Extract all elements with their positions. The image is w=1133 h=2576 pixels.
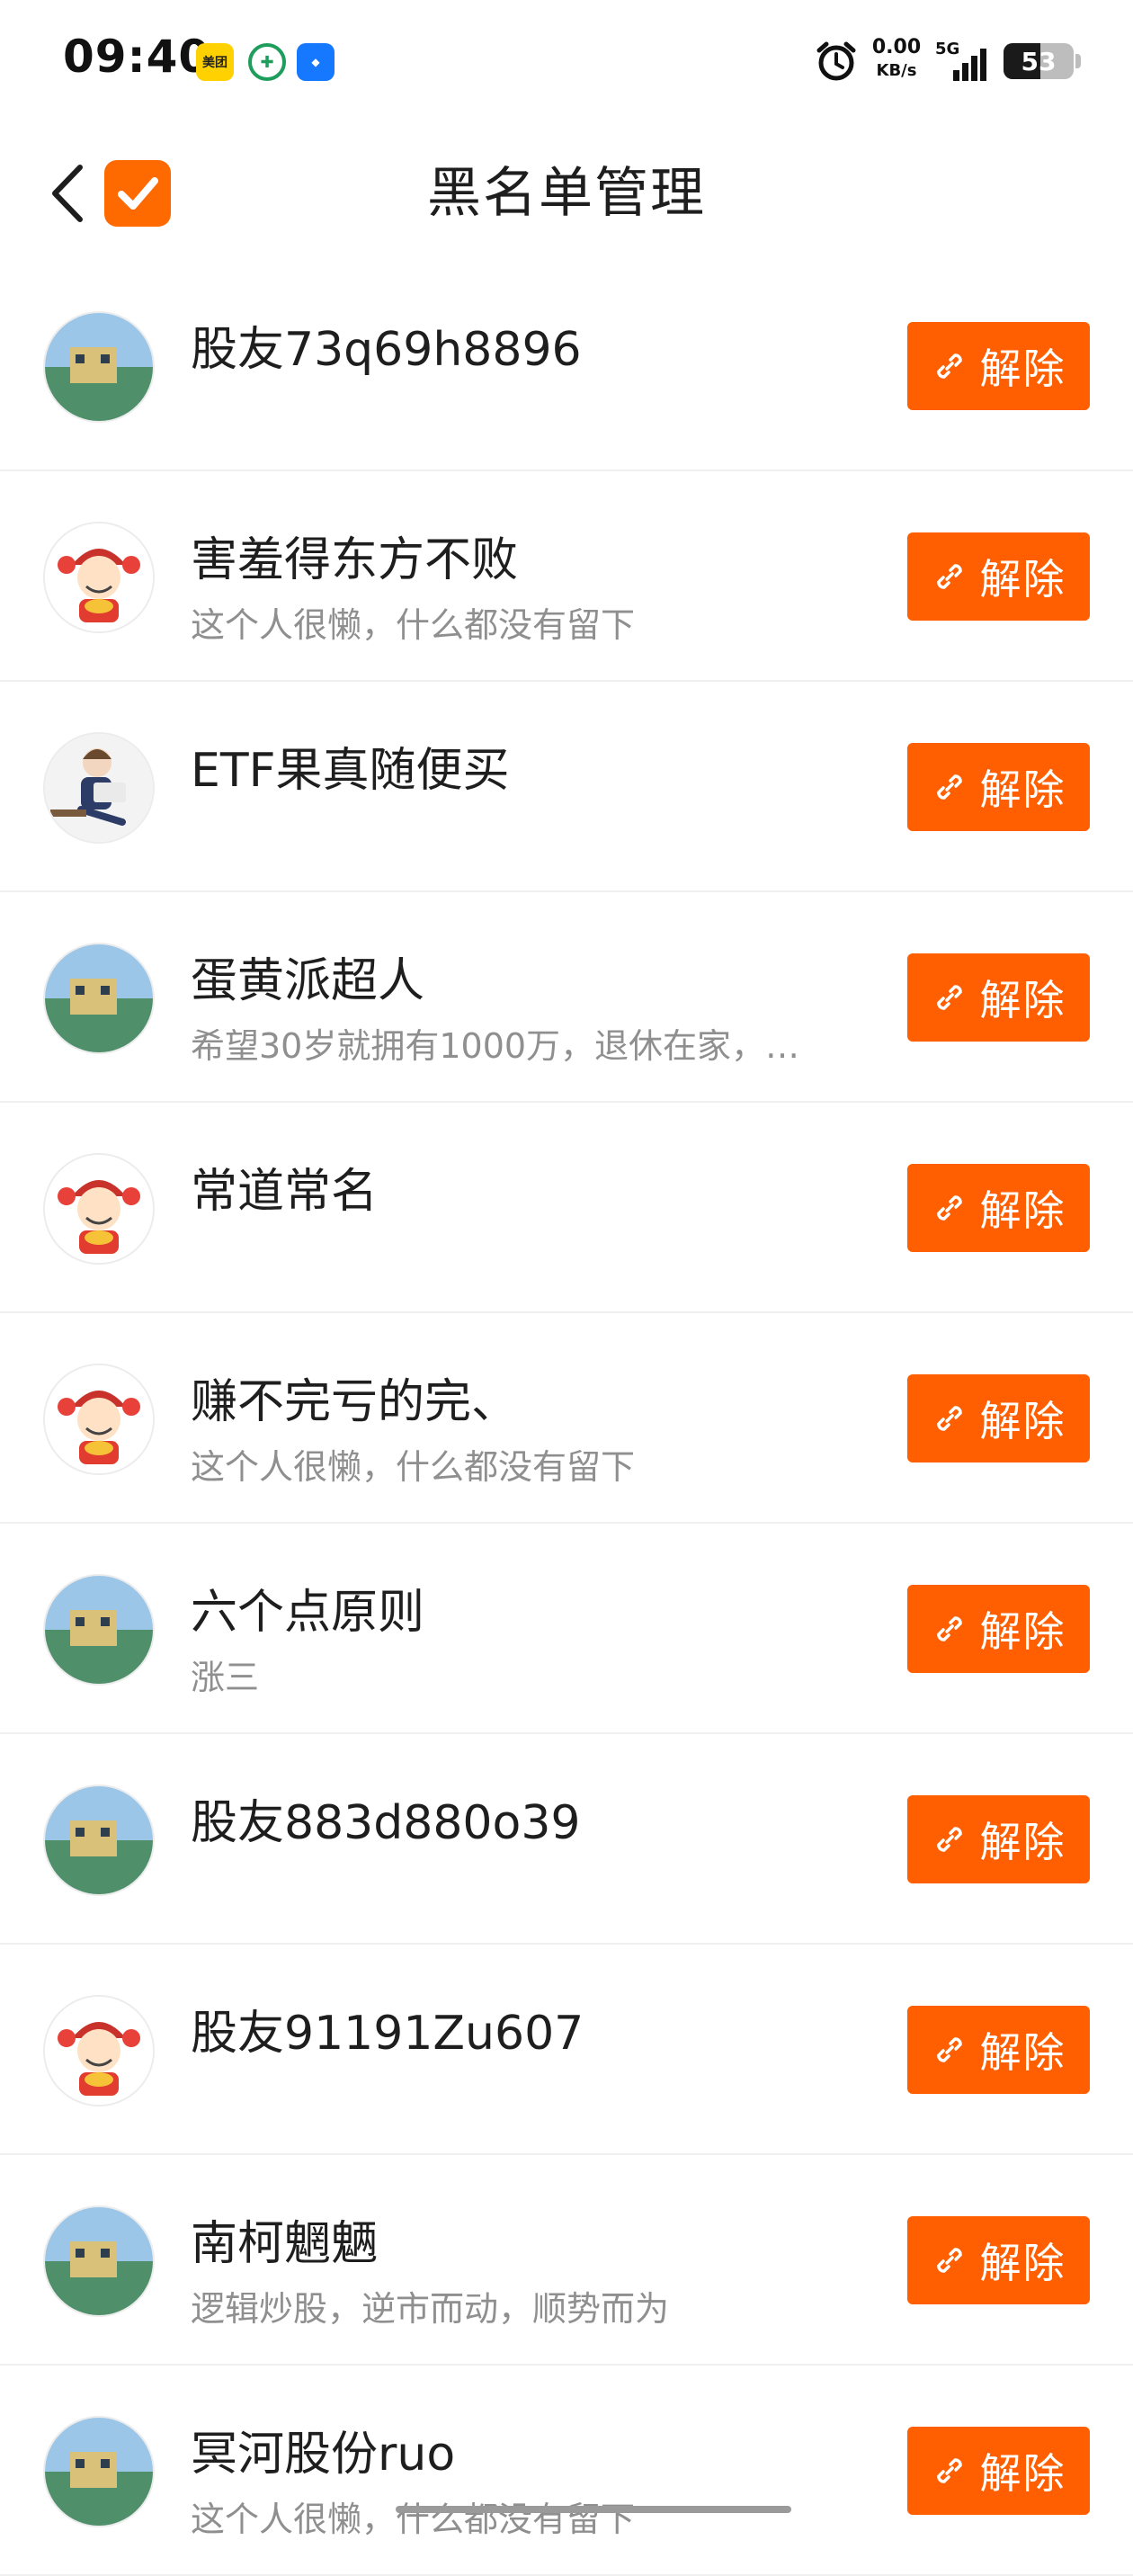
unlink-icon [932,2453,980,2489]
unblock-button[interactable]: 解除 [907,1585,1090,1673]
back-button[interactable] [36,162,99,225]
user-name[interactable]: 冥河股份ruo [191,2416,455,2483]
photo-avatar[interactable] [43,1784,155,1896]
blacklist-row[interactable]: 股友883d880o39 解除 [0,1734,1133,1945]
blacklist-row[interactable]: 害羞得东方不败这个人很懒，什么都没有留下 解除 [0,471,1133,682]
unlink-icon [932,1821,980,1857]
chevron-left-icon [52,165,83,222]
unblock-button-label: 解除 [979,2239,1066,2287]
unblock-button[interactable]: 解除 [907,2006,1090,2094]
blacklist-row[interactable]: 冥河股份ruo 这个人很懒，什么都没有留下 解除 [0,2366,1133,2576]
net-speed: 0.00 KB/s [869,38,924,79]
blacklist-row[interactable]: ETF果真随便买 解除 [0,682,1133,892]
unblock-button-label: 解除 [979,555,1066,604]
blacklist-row[interactable]: 六个点原则涨三 解除 [0,1524,1133,1734]
mascot-avatar[interactable] [43,522,155,633]
unlink-icon [932,2032,980,2068]
battery-icon: 53 [1004,43,1074,79]
user-description: 希望30岁就拥有1000万，退休在家，… [191,1026,800,1066]
unblock-button-label: 解除 [979,1818,1066,1866]
unblock-button[interactable]: 解除 [907,953,1090,1042]
status-time: 09:40 [63,31,211,83]
user-name[interactable]: 常道常名 [191,1153,378,1221]
unlink-icon [932,348,980,384]
photo-avatar[interactable] [43,311,155,423]
unblock-button-label: 解除 [979,2449,1066,2498]
unblock-button[interactable]: 解除 [907,2216,1090,2304]
header: 黑名单管理 [0,126,1133,261]
alarm-icon [816,41,856,81]
unlink-icon [932,559,980,595]
meituan-app-icon: 美团 [196,43,234,81]
unblock-button-label: 解除 [979,976,1066,1024]
unblock-button-label: 解除 [979,1186,1066,1235]
battery-tip [1075,54,1081,68]
unblock-button-label: 解除 [979,344,1066,393]
net-speed-unit: KB/s [876,61,917,80]
user-name[interactable]: ETF果真随便买 [191,732,510,800]
user-description: 这个人很懒，什么都没有留下 [191,605,636,645]
blacklist-row[interactable]: 股友73q69h8896 解除 [0,261,1133,471]
mascot-avatar[interactable] [43,1995,155,2106]
signal-icon [953,49,986,81]
battery-level: 53 [1021,46,1057,76]
unlink-icon [932,1400,980,1436]
blacklist-row[interactable]: 股友91191Zu607 解除 [0,1945,1133,2155]
user-name[interactable]: 六个点原则 [191,1574,424,1641]
unlink-icon [932,979,980,1015]
photo-avatar[interactable] [43,2416,155,2527]
blacklist-row[interactable]: 赚不完亏的完、这个人很懒，什么都没有留下 解除 [0,1313,1133,1524]
home-indicator[interactable] [396,2506,791,2513]
checkmark-icon [118,177,158,210]
status-bar: 09:40 美团 ✚ ◆ 0.00 KB/s 5G 53 [0,0,1133,126]
blacklist-row[interactable]: 南柯魍魉逻辑炒股，逆市而动，顺势而为 解除 [0,2155,1133,2366]
unblock-button-label: 解除 [979,1397,1066,1445]
unblock-button[interactable]: 解除 [907,1374,1090,1462]
photo-avatar[interactable] [43,943,155,1054]
user-description: 涨三 [191,1658,260,1697]
cartoon-avatar[interactable] [43,732,155,844]
unlink-icon [932,1611,980,1647]
unblock-button[interactable]: 解除 [907,322,1090,410]
ai-app-icon: ◆ [297,43,335,81]
blacklist-row[interactable]: 蛋黄派超人希望30岁就拥有1000万，退休在家，… 解除 [0,892,1133,1103]
user-name[interactable]: 蛋黄派超人 [191,943,424,1010]
user-name[interactable]: 股友73q69h8896 [191,311,582,379]
leaf-app-icon: ✚ [248,43,286,81]
user-name[interactable]: 害羞得东方不败 [191,522,518,589]
select-all-button[interactable] [104,160,171,227]
unblock-button-label: 解除 [979,1607,1066,1656]
unlink-icon [932,769,980,805]
unblock-button[interactable]: 解除 [907,743,1090,831]
user-description: 这个人很懒，什么都没有留下 [191,1447,636,1487]
unblock-button-label: 解除 [979,765,1066,814]
blacklist-row[interactable]: 常道常名 解除 [0,1103,1133,1313]
mascot-avatar[interactable] [43,1364,155,1475]
net-speed-value: 0.00 [871,36,922,58]
unblock-button[interactable]: 解除 [907,1795,1090,1883]
photo-avatar[interactable] [43,1574,155,1686]
photo-avatar[interactable] [43,2205,155,2317]
blacklist-list: 股友73q69h8896 解除 害羞得东方不败 这个人很懒，什么都没有留下 解除 … [0,261,1133,2576]
unlink-icon [932,2242,980,2278]
unblock-button[interactable]: 解除 [907,1164,1090,1252]
unblock-button-label: 解除 [979,2028,1066,2077]
user-name[interactable]: 赚不完亏的完、 [191,1364,518,1431]
user-description: 这个人很懒，什么都没有留下 [191,2500,636,2539]
unblock-button[interactable]: 解除 [907,532,1090,621]
user-description: 逻辑炒股，逆市而动，顺势而为 [191,2289,670,2329]
user-name[interactable]: 南柯魍魉 [191,2205,378,2273]
user-name[interactable]: 股友91191Zu607 [191,1995,584,2062]
user-name[interactable]: 股友883d880o39 [191,1784,581,1852]
mascot-avatar[interactable] [43,1153,155,1265]
unblock-button[interactable]: 解除 [907,2427,1090,2515]
unlink-icon [932,1190,980,1226]
